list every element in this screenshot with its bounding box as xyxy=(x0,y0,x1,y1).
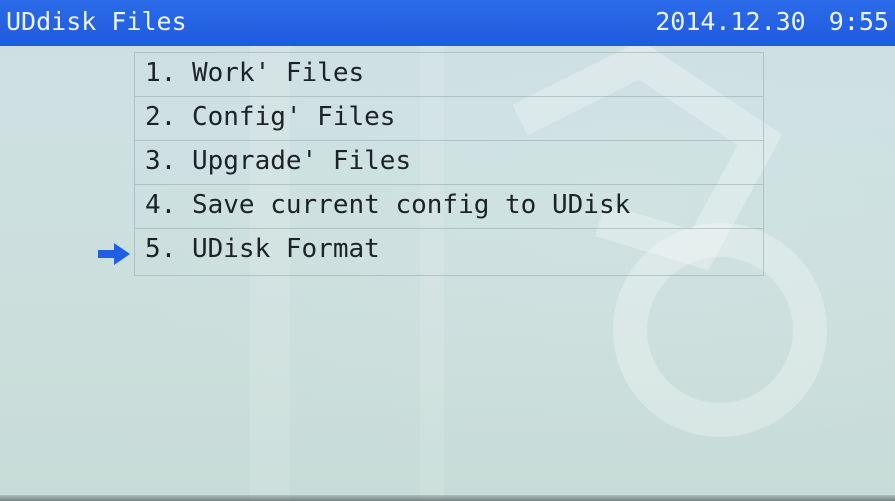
menu-item-label: 3. Upgrade' Files xyxy=(145,146,412,176)
screen-bezel xyxy=(0,495,895,501)
menu-item-save-config[interactable]: 4. Save current config to UDisk xyxy=(135,185,763,229)
menu-item-label: 1. Work' Files xyxy=(145,58,365,88)
page-title: UDdisk Files xyxy=(6,7,187,36)
date-time-display: 2014.12.30 9:55 xyxy=(655,7,889,36)
title-bar: UDdisk Files 2014.12.30 9:55 xyxy=(0,0,895,46)
menu-item-config-files[interactable]: 2. Config' Files xyxy=(135,97,763,141)
menu-item-label: 2. Config' Files xyxy=(145,102,396,132)
menu-item-udisk-format[interactable]: 5. UDisk Format xyxy=(135,229,763,273)
right-arrow-icon xyxy=(98,243,130,265)
menu-item-work-files[interactable]: 1. Work' Files xyxy=(135,53,763,97)
lcd-screen: UDdisk Files 2014.12.30 9:55 1. Work' Fi… xyxy=(0,0,895,501)
udisk-menu: 1. Work' Files 2. Config' Files 3. Upgra… xyxy=(134,52,764,276)
menu-item-upgrade-files[interactable]: 3. Upgrade' Files xyxy=(135,141,763,185)
menu-item-label: 4. Save current config to UDisk xyxy=(145,190,631,220)
menu-item-label: 5. UDisk Format xyxy=(145,234,380,264)
